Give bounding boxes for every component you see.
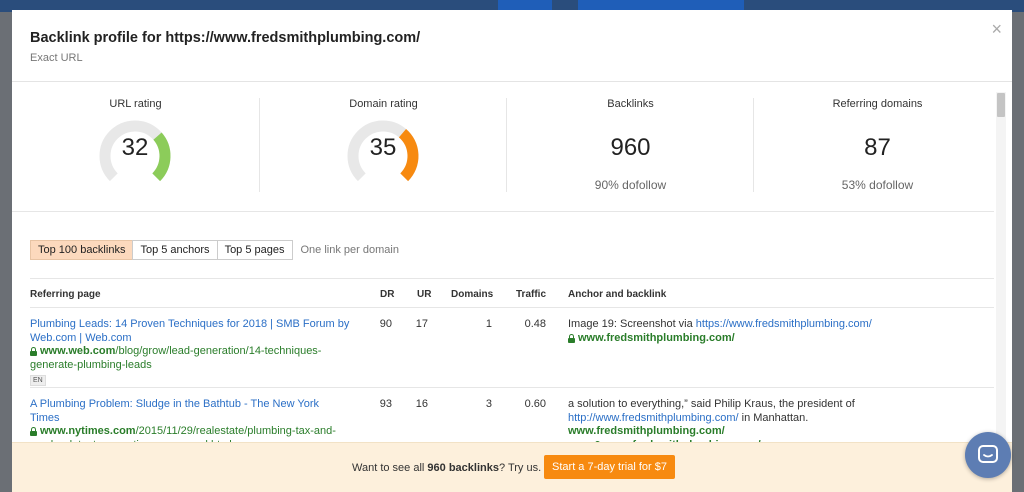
referring-page-cell: Plumbing Leads: 14 Proven Techniques for… (30, 318, 350, 386)
referring-page-link[interactable]: Plumbing Leads: 14 Proven Techniques for… (30, 318, 350, 345)
col-traffic[interactable]: Traffic (516, 289, 546, 300)
backlink-profile-modal: Backlink profile for https://www.fredsmi… (12, 10, 1012, 492)
chat-bubble-icon (978, 445, 998, 463)
tab-top-5-anchors[interactable]: Top 5 anchors (132, 240, 218, 260)
language-badge: EN (30, 375, 46, 386)
referring-domains-value: 87 (864, 134, 891, 161)
domains-cell: 1 (485, 318, 492, 330)
backlink-target[interactable]: www.fredsmithplumbing.com/ (568, 425, 725, 437)
backlink-target[interactable]: www.fredsmithplumbing.com/ (578, 332, 735, 344)
stat-label: Referring domains (832, 98, 923, 110)
col-dr[interactable]: DR (380, 289, 394, 300)
col-ur[interactable]: UR (417, 289, 431, 300)
stat-label: Backlinks (607, 98, 654, 110)
modal-body: URL rating 32 Domain rating 35 Backlinks (12, 82, 994, 452)
lock-icon (30, 427, 37, 436)
one-link-per-domain-toggle[interactable]: One link per domain (301, 244, 399, 256)
backlinks-dofollow: 90% dofollow (594, 178, 667, 192)
table-header: Referring page DR UR Domains Traffic Anc… (30, 278, 994, 308)
ur-cell: 17 (415, 318, 428, 330)
backlinks-value: 960 (610, 134, 651, 161)
start-trial-button[interactable]: Start a 7-day trial for $7 (544, 455, 675, 479)
table-row: Plumbing Leads: 14 Proven Techniques for… (30, 308, 994, 388)
domains-cell: 3 (485, 398, 492, 410)
referring-domains-dofollow: 53% dofollow (841, 178, 914, 192)
trial-footer: Want to see all 960 backlinks? Try us. S… (12, 442, 1012, 492)
tab-bar: Top 100 backlinks Top 5 anchors Top 5 pa… (30, 240, 399, 260)
dr-cell: 90 (379, 318, 392, 330)
referring-page-url[interactable]: www.web.com/blog/grow/lead-generation/14… (30, 345, 350, 372)
ur-cell: 16 (415, 398, 428, 410)
referring-page-link[interactable]: A Plumbing Problem: Sludge in the Bathtu… (30, 398, 350, 425)
col-anchor[interactable]: Anchor and backlink (568, 289, 666, 300)
anchor-text: a solution to everything,” said Philip K… (568, 398, 855, 410)
col-domains[interactable]: Domains (451, 289, 493, 300)
stat-backlinks: Backlinks 960 90% dofollow (507, 82, 754, 212)
stat-url-rating: URL rating 32 (12, 82, 259, 212)
lock-icon (568, 333, 575, 343)
chat-button[interactable] (965, 432, 1011, 478)
col-referring-page[interactable]: Referring page (30, 289, 101, 300)
url-rating-value: 32 (121, 134, 149, 161)
anchor-cell: Image 19: Screenshot via https://www.fre… (568, 318, 898, 345)
stat-label: Domain rating (349, 98, 418, 110)
anchor-text: Image 19: Screenshot via (568, 318, 696, 330)
dr-cell: 93 (379, 398, 392, 410)
anchor-link[interactable]: https://www.fredsmithplumbing.com/ (696, 318, 872, 330)
anchor-link[interactable]: http://www.fredsmithplumbing.com/ (568, 412, 739, 424)
stat-label: URL rating (109, 98, 162, 110)
traffic-cell: 0.48 (524, 318, 546, 330)
stats-panel: URL rating 32 Domain rating 35 Backlinks (12, 82, 994, 212)
lock-icon (30, 347, 37, 356)
tab-top-5-pages[interactable]: Top 5 pages (216, 240, 293, 260)
trial-message: Want to see all 960 backlinks? Try us. (352, 462, 542, 474)
tab-top-100-backlinks[interactable]: Top 100 backlinks (30, 240, 134, 260)
modal-title: Backlink profile for https://www.fredsmi… (30, 30, 421, 46)
modal-subtitle: Exact URL (30, 52, 83, 64)
close-icon[interactable]: × (991, 19, 1002, 40)
traffic-cell: 0.60 (524, 398, 546, 410)
modal-header: Backlink profile for https://www.fredsmi… (12, 10, 1012, 82)
stat-referring-domains: Referring domains 87 53% dofollow (754, 82, 994, 212)
scrollbar[interactable] (996, 92, 1006, 452)
domain-rating-value: 35 (369, 134, 397, 161)
stat-domain-rating: Domain rating 35 (260, 82, 507, 212)
scrollbar-thumb[interactable] (997, 93, 1005, 117)
